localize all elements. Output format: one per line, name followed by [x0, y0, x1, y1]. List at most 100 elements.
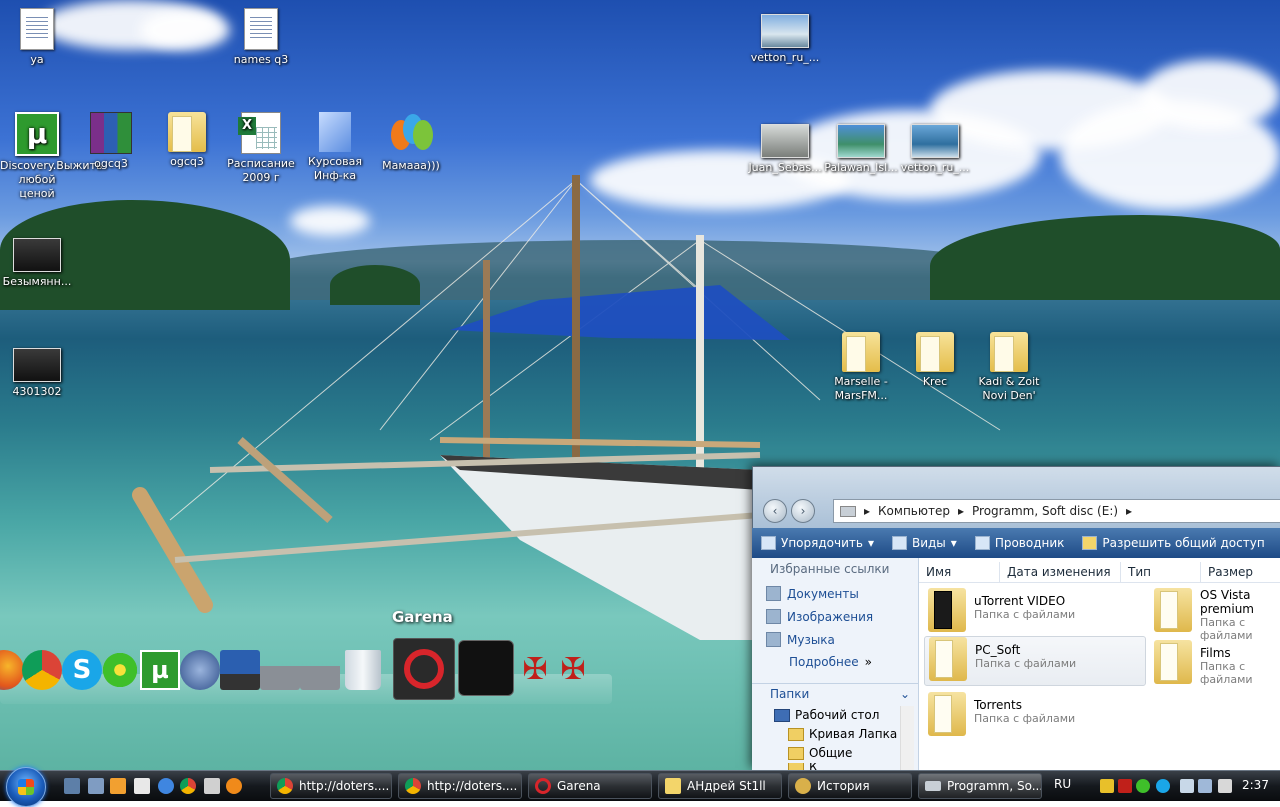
tree-item-user[interactable]: Кривая Лапка [788, 727, 897, 741]
taskbar-button-chat[interactable]: АНдрей St1ll [658, 773, 782, 799]
favorite-label: Изображения [787, 609, 874, 624]
taskbar-button-chrome-2[interactable]: http://doters.... [398, 773, 522, 799]
taskbar: http://doters.... http://doters.... Gare… [0, 767, 1280, 807]
shield-icon[interactable] [204, 778, 220, 794]
tray-device-icon[interactable] [1180, 779, 1194, 793]
column-type[interactable]: Тип [1121, 562, 1201, 582]
views-button[interactable]: Виды ▾ [883, 536, 966, 550]
desktop-icon-names-q3[interactable]: names q3 [224, 8, 298, 67]
image-thumbnail-icon [13, 348, 61, 382]
desktop-icon-ogcq3-folder[interactable]: ogcq3 [150, 112, 224, 169]
language-indicator[interactable]: RU [1054, 777, 1071, 791]
clock[interactable]: 2:37 [1242, 778, 1269, 792]
utorrent-icon[interactable]: µ [140, 650, 180, 690]
tree-item-desktop[interactable]: Рабочий стол [774, 708, 879, 722]
garena-icon[interactable] [393, 638, 455, 700]
media-player-icon[interactable] [110, 778, 126, 794]
desktop-icon-coursework[interactable]: Курсовая Инф-ка [298, 112, 372, 183]
favorite-music[interactable]: Музыка [752, 628, 918, 651]
breadcrumb-computer[interactable]: Компьютер [878, 504, 950, 518]
desktop-icon-krec[interactable]: Krec [898, 332, 972, 389]
burn-button[interactable]: За [1274, 536, 1280, 550]
switch-windows-icon[interactable] [88, 778, 104, 794]
more-link[interactable]: Подробнее » [752, 651, 918, 673]
documents-icon [766, 586, 781, 601]
share-button[interactable]: Разрешить общий доступ [1073, 536, 1273, 550]
text-document-icon [244, 8, 278, 50]
counter-strike-icon[interactable]: ✠ [515, 650, 555, 690]
icq-flower-icon[interactable] [100, 650, 140, 690]
laptop-icon[interactable] [220, 650, 260, 690]
desktop-icon-ogcq3-rar[interactable]: ogcq3 [74, 112, 148, 171]
folder-item[interactable]: PC_Soft Папка с файлами [924, 636, 1146, 686]
tree-item-public[interactable]: Общие [788, 746, 852, 760]
folder-item[interactable]: Torrents Папка с файлами [924, 692, 1144, 740]
folders-header[interactable]: Папки ⌄ [752, 683, 918, 703]
tree-item-computer[interactable]: К [788, 763, 818, 770]
desktop-icon-vetton-2[interactable]: vetton_ru_... [898, 124, 972, 175]
tray-skype-icon[interactable] [1156, 779, 1170, 793]
taskbar-button-history[interactable]: История [788, 773, 912, 799]
tree-label: Кривая Лапка [809, 727, 898, 741]
folder-item[interactable]: OS Vista premium Папка с файлами [1150, 588, 1280, 642]
back-button[interactable]: ‹ [763, 499, 787, 523]
network-icon[interactable] [1198, 779, 1212, 793]
organize-button[interactable]: Упорядочить ▾ [752, 536, 883, 550]
forward-button[interactable]: › [791, 499, 815, 523]
desktop-icon-label: Juan_Sebas... [748, 161, 822, 174]
foobar-fox-icon[interactable] [458, 640, 514, 696]
tray-app-icon[interactable] [1118, 779, 1132, 793]
column-date[interactable]: Дата изменения [1000, 562, 1121, 582]
tray-icq-icon[interactable] [1136, 779, 1150, 793]
recycle-bin-icon[interactable] [345, 650, 381, 690]
favorite-documents[interactable]: Документы [752, 582, 918, 605]
network-drive-icon[interactable] [260, 650, 300, 690]
chrome-icon[interactable] [180, 778, 196, 794]
explorer-button[interactable]: Проводник [966, 536, 1074, 550]
tree-label: Рабочий стол [795, 708, 880, 722]
volume-icon[interactable] [1218, 779, 1232, 793]
taskbar-button-garena[interactable]: Garena [528, 773, 652, 799]
tree-scrollbar[interactable] [900, 706, 914, 770]
desktop-icon-label: vetton_ru_... [900, 161, 970, 174]
desktop-icon-marselle[interactable]: Marselle - MarsFM... [824, 332, 898, 403]
network-drive-icon[interactable] [300, 650, 340, 690]
organize-label: Упорядочить [781, 536, 863, 550]
desktop-icon-palawan[interactable]: Palawan_Isl... [824, 124, 898, 175]
start-button[interactable] [6, 767, 46, 807]
text-document-icon [20, 8, 54, 50]
desktop-icon-4301302[interactable]: 4301302 [0, 348, 74, 399]
desktop-icon-vetton-1[interactable]: vetton_ru_... [748, 14, 822, 65]
show-desktop-icon[interactable] [64, 778, 80, 794]
taskbar-button-label: История [817, 779, 870, 793]
tray-app-icon[interactable] [1100, 779, 1114, 793]
image-thumbnail-icon [761, 124, 809, 158]
internet-explorer-icon[interactable] [158, 778, 174, 794]
notepad-icon[interactable] [134, 778, 150, 794]
desktop-icon-schedule[interactable]: Расписание 2009 г [224, 112, 298, 185]
desktop-icon-juan[interactable]: Juan_Sebas... [748, 124, 822, 175]
desktop-icon-untitled[interactable]: Безымянн... [0, 238, 74, 289]
folder-item[interactable]: Films Папка с файлами [1150, 640, 1280, 688]
column-name[interactable]: Имя [919, 562, 1000, 582]
favorite-pictures[interactable]: Изображения [752, 605, 918, 628]
address-bar[interactable]: ▸ Компьютер ▸ Programm, Soft disc (E:) ▸ [833, 499, 1280, 523]
winamp-lightning-icon[interactable] [180, 650, 220, 690]
taskbar-button-explorer[interactable]: Programm, So... [918, 773, 1042, 799]
explorer-label: Проводник [994, 536, 1065, 550]
desktop-icon-kadi-zoit[interactable]: Kadi & Zoit Novi Den' [972, 332, 1046, 403]
desktop-icon-ya[interactable]: ya [0, 8, 74, 67]
tree-label: Общие [809, 746, 853, 760]
mail-icon[interactable] [226, 778, 242, 794]
folder-item[interactable]: uTorrent VIDEO Папка с файлами [924, 588, 1144, 636]
taskbar-button-chrome-1[interactable]: http://doters.... [270, 773, 392, 799]
counter-strike-icon[interactable]: ✠ [553, 650, 593, 690]
column-size[interactable]: Размер [1201, 562, 1280, 582]
desktop-icon-msn[interactable]: Мамааа))) [374, 112, 448, 173]
image-thumbnail-icon [13, 238, 61, 272]
chrome-icon[interactable] [22, 650, 62, 690]
skype-icon[interactable]: S [62, 650, 102, 690]
share-icon [1082, 536, 1098, 550]
desktop-icon-discovery[interactable]: µ Discovery.Выжить любой ценой [0, 112, 102, 201]
breadcrumb-drive[interactable]: Programm, Soft disc (E:) [972, 504, 1118, 518]
